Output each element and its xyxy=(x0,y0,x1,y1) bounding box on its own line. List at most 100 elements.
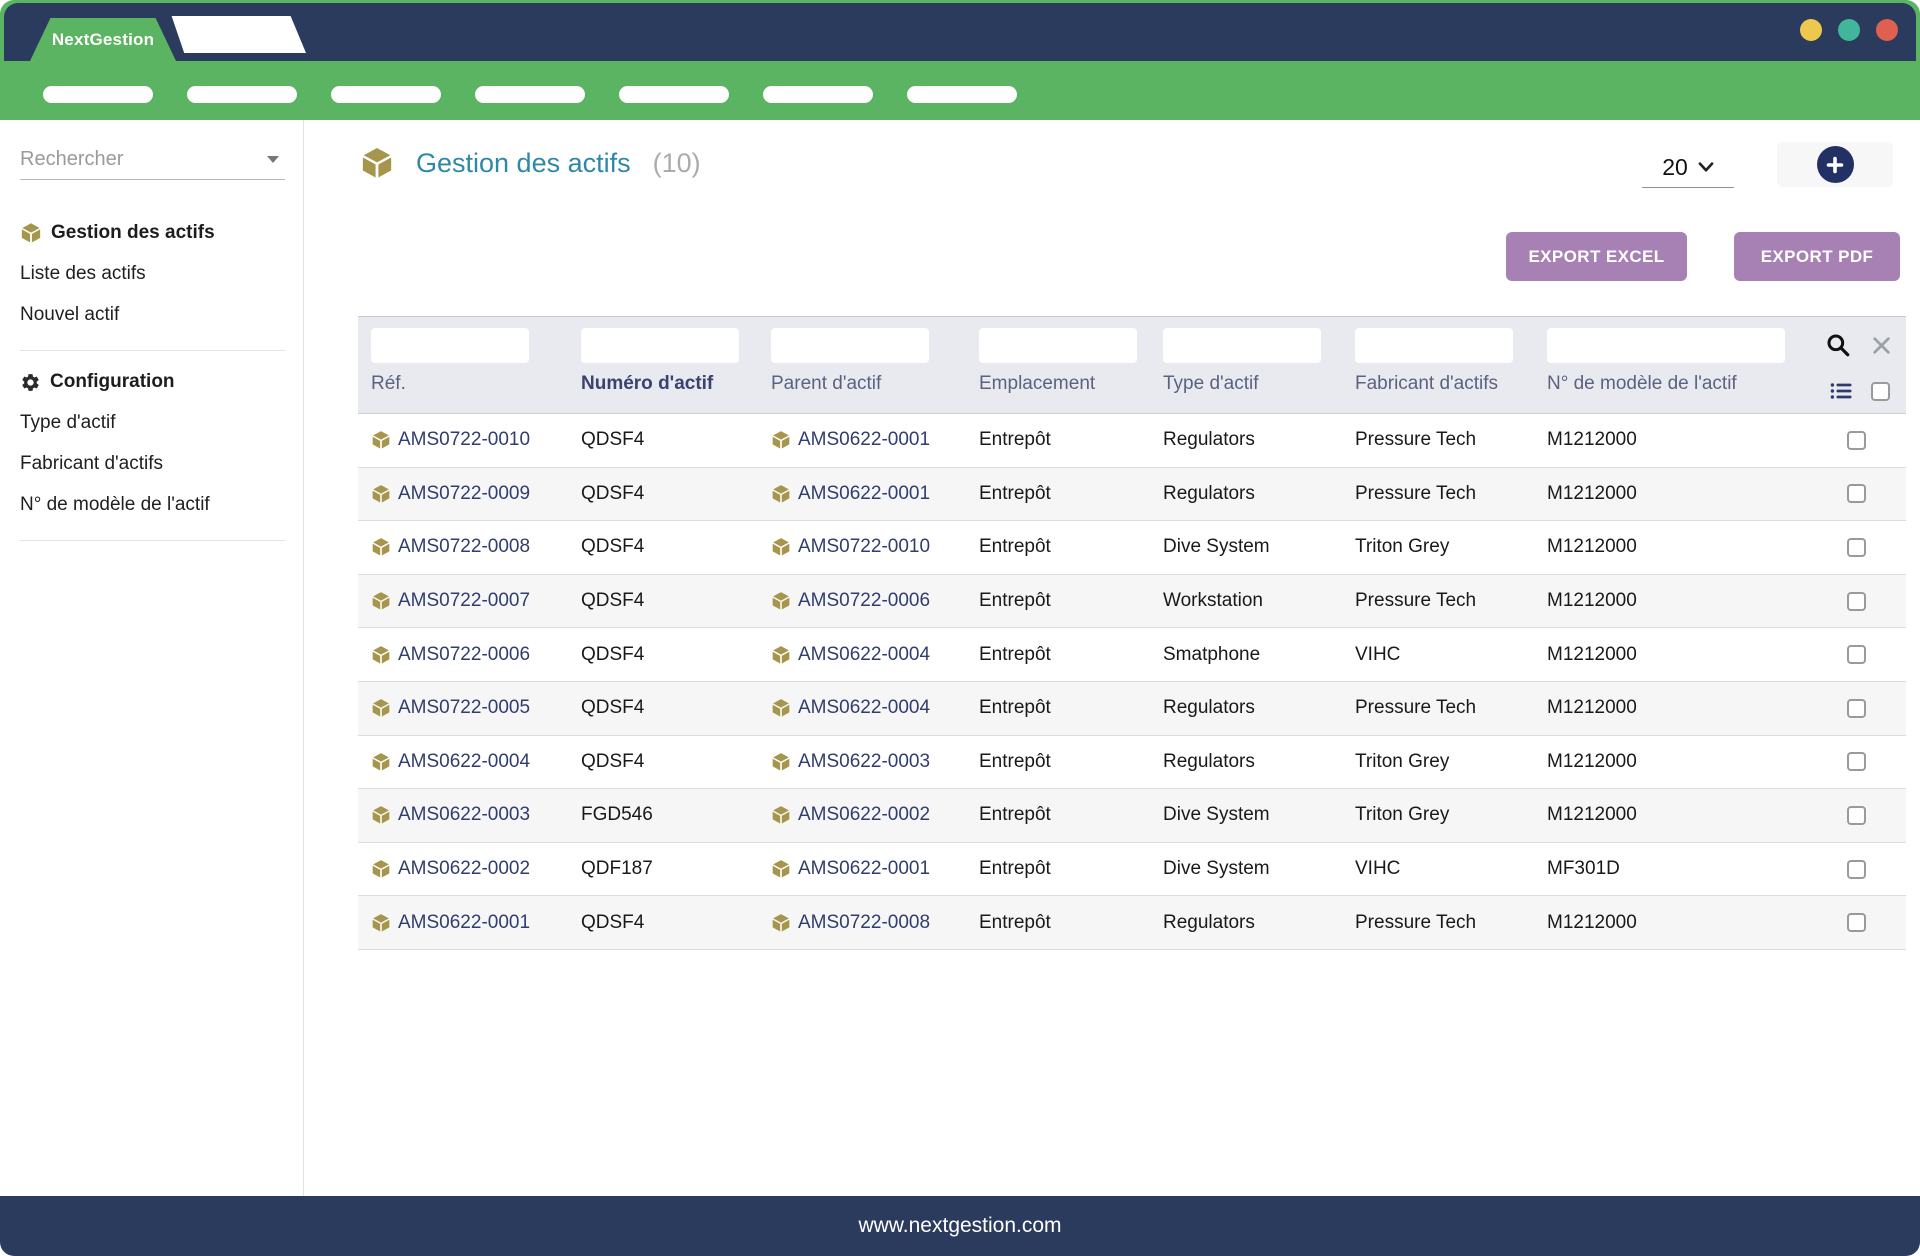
row-checkbox[interactable] xyxy=(1847,699,1866,718)
column-header-type[interactable]: Type d'actif xyxy=(1150,373,1342,413)
modele-cell: M1212000 xyxy=(1534,429,1798,451)
type-cell: Dive System xyxy=(1150,858,1342,880)
filter-input-ref[interactable] xyxy=(371,328,529,363)
ref-link[interactable]: AMS0722-0006 xyxy=(398,644,530,666)
ref-link[interactable]: AMS0622-0004 xyxy=(398,751,530,773)
parent-link[interactable]: AMS0622-0004 xyxy=(798,644,930,666)
list-icon[interactable] xyxy=(1829,379,1853,403)
ref-link[interactable]: AMS0622-0003 xyxy=(398,804,530,826)
close-dot-icon[interactable] xyxy=(1876,19,1898,41)
column-header-fabricant[interactable]: Fabricant d'actifs xyxy=(1342,373,1534,413)
numero-cell: QDSF4 xyxy=(568,590,758,612)
sidebar-item-modele-actif[interactable]: N° de modèle de l'actif xyxy=(20,494,285,516)
row-checkbox[interactable] xyxy=(1847,806,1866,825)
filter-input-parent[interactable] xyxy=(771,328,929,363)
export-excel-button[interactable]: EXPORT EXCEL xyxy=(1506,232,1687,281)
close-icon[interactable] xyxy=(1871,335,1892,356)
row-checkbox[interactable] xyxy=(1847,431,1866,450)
parent-link[interactable]: AMS0622-0003 xyxy=(798,751,930,773)
ref-link[interactable]: AMS0622-0002 xyxy=(398,858,530,880)
modele-cell: M1212000 xyxy=(1534,483,1798,505)
table-header: Réf. Numéro d'actif Parent d'actif Empla… xyxy=(358,316,1906,414)
type-cell: Workstation xyxy=(1150,590,1342,612)
nav-pill-placeholder[interactable] xyxy=(763,86,873,103)
row-checkbox[interactable] xyxy=(1847,913,1866,932)
table-row: AMS0722-0007 QDSF4 AMS0722-0006 Entrepôt… xyxy=(358,575,1906,629)
sidebar-search-select[interactable]: Rechercher xyxy=(20,140,285,180)
column-header-numero[interactable]: Numéro d'actif xyxy=(568,373,758,413)
nav-pill-placeholder[interactable] xyxy=(907,86,1017,103)
numero-cell: QDSF4 xyxy=(568,644,758,666)
modele-cell: M1212000 xyxy=(1534,536,1798,558)
gear-icon xyxy=(20,372,41,393)
sidebar-item-nouvel-actif[interactable]: Nouvel actif xyxy=(20,304,285,326)
ref-cell: AMS0722-0006 xyxy=(358,644,568,666)
filter-input-modele[interactable] xyxy=(1547,328,1785,363)
add-asset-button[interactable] xyxy=(1777,142,1893,187)
parent-link[interactable]: AMS0622-0001 xyxy=(798,429,930,451)
nav-pill-placeholder[interactable] xyxy=(187,86,297,103)
sidebar-item-fabricant-dactifs[interactable]: Fabricant d'actifs xyxy=(20,453,285,475)
row-checkbox[interactable] xyxy=(1847,484,1866,503)
column-header-modele[interactable]: N° de modèle de l'actif xyxy=(1534,373,1798,413)
row-checkbox[interactable] xyxy=(1847,860,1866,879)
row-checkbox[interactable] xyxy=(1847,592,1866,611)
ref-cell: AMS0622-0003 xyxy=(358,804,568,826)
row-checkbox[interactable] xyxy=(1847,538,1866,557)
modele-cell: M1212000 xyxy=(1534,804,1798,826)
maximize-dot-icon[interactable] xyxy=(1838,19,1860,41)
filter-input-numero[interactable] xyxy=(581,328,739,363)
column-header-ref[interactable]: Réf. xyxy=(358,373,568,413)
parent-link[interactable]: AMS0622-0002 xyxy=(798,804,930,826)
emplacement-cell: Entrepôt xyxy=(966,536,1150,558)
parent-cell: AMS0722-0010 xyxy=(758,536,966,558)
nav-pill-placeholder[interactable] xyxy=(43,86,153,103)
ref-cell: AMS0622-0001 xyxy=(358,912,568,934)
sidebar-item-liste-des-actifs[interactable]: Liste des actifs xyxy=(20,263,285,285)
table-row: AMS0722-0009 QDSF4 AMS0622-0001 Entrepôt… xyxy=(358,468,1906,522)
parent-link[interactable]: AMS0722-0006 xyxy=(798,590,930,612)
box-icon xyxy=(771,805,791,825)
minimize-dot-icon[interactable] xyxy=(1800,19,1822,41)
ref-link[interactable]: AMS0622-0001 xyxy=(398,912,530,934)
emplacement-cell: Entrepôt xyxy=(966,590,1150,612)
page-size-select[interactable]: 20 xyxy=(1642,148,1734,188)
brand-tab[interactable]: NextGestion xyxy=(30,18,176,61)
search-icon[interactable] xyxy=(1825,332,1851,358)
ref-link[interactable]: AMS0722-0009 xyxy=(398,483,530,505)
column-header-parent[interactable]: Parent d'actif xyxy=(758,373,966,413)
sidebar-section-configuration: Configuration xyxy=(20,371,285,393)
footer-url[interactable]: www.nextgestion.com xyxy=(858,1214,1061,1238)
column-header-emplacement[interactable]: Emplacement xyxy=(966,373,1150,413)
nav-pill-placeholder[interactable] xyxy=(619,86,729,103)
filter-input-fabricant[interactable] xyxy=(1355,328,1513,363)
type-cell: Regulators xyxy=(1150,912,1342,934)
box-icon xyxy=(360,146,394,180)
filter-input-emplacement[interactable] xyxy=(979,328,1137,363)
row-checkbox[interactable] xyxy=(1847,752,1866,771)
ref-link[interactable]: AMS0722-0007 xyxy=(398,590,530,612)
parent-link[interactable]: AMS0722-0008 xyxy=(798,912,930,934)
emplacement-cell: Entrepôt xyxy=(966,751,1150,773)
row-checkbox[interactable] xyxy=(1847,645,1866,664)
nav-pill-placeholder[interactable] xyxy=(475,86,585,103)
box-icon xyxy=(371,913,391,933)
ref-link[interactable]: AMS0722-0008 xyxy=(398,536,530,558)
parent-link[interactable]: AMS0622-0001 xyxy=(798,483,930,505)
parent-link[interactable]: AMS0622-0001 xyxy=(798,858,930,880)
parent-cell: AMS0722-0008 xyxy=(758,912,966,934)
sidebar-divider xyxy=(20,540,285,541)
filter-input-type[interactable] xyxy=(1163,328,1321,363)
export-pdf-button[interactable]: EXPORT PDF xyxy=(1734,232,1900,281)
assets-table: Réf. Numéro d'actif Parent d'actif Empla… xyxy=(358,316,1906,950)
parent-link[interactable]: AMS0722-0010 xyxy=(798,536,930,558)
ref-link[interactable]: AMS0722-0005 xyxy=(398,697,530,719)
sidebar-section-title: Configuration xyxy=(50,371,175,393)
select-all-checkbox[interactable] xyxy=(1871,382,1890,401)
ref-link[interactable]: AMS0722-0010 xyxy=(398,429,530,451)
app-window: NextGestion Rechercher Gestion des actif… xyxy=(0,0,1920,1256)
sidebar-item-type-dactif[interactable]: Type d'actif xyxy=(20,412,285,434)
nav-pill-placeholder[interactable] xyxy=(331,86,441,103)
parent-link[interactable]: AMS0622-0004 xyxy=(798,697,930,719)
type-cell: Regulators xyxy=(1150,751,1342,773)
